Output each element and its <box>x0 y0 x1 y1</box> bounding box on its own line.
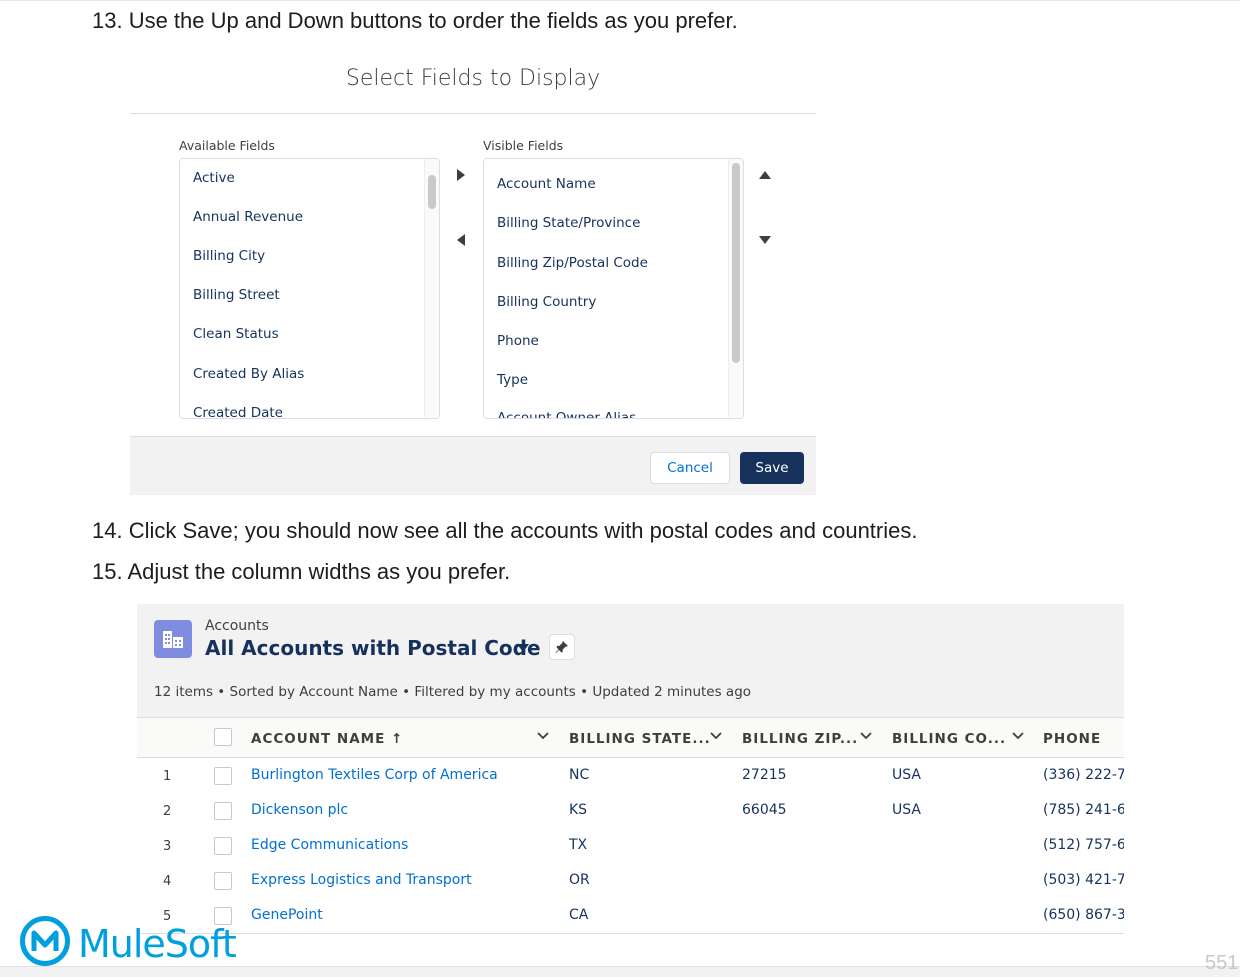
column-header-account-name[interactable]: ACCOUNT NAME ↑ <box>251 731 403 747</box>
visible-fields-list[interactable]: Account Name Billing State/Province Bill… <box>483 158 744 419</box>
building-icon <box>163 631 183 648</box>
phone-cell: (785) 241-6 <box>1043 802 1124 818</box>
account-name-link[interactable]: Edge Communications <box>251 837 408 853</box>
column-header-billing-state[interactable]: BILLING STATE... <box>569 731 711 747</box>
billing-country-cell: USA <box>892 802 921 818</box>
list-summary: 12 items • Sorted by Account Name • Filt… <box>154 684 752 700</box>
mulesoft-logo: MuleSoft <box>20 914 250 970</box>
billing-country-cell: USA <box>892 767 921 783</box>
object-label: Accounts <box>205 618 269 634</box>
mulesoft-logo-icon <box>20 916 70 966</box>
visible-fields-label: Visible Fields <box>483 138 564 153</box>
list-view-picker-icon[interactable] <box>517 644 529 652</box>
row-checkbox[interactable] <box>214 837 232 855</box>
visible-field-item[interactable]: Billing State/Province <box>497 215 640 231</box>
billing-zip-cell: 66045 <box>742 802 787 818</box>
step-15-text: 15. Adjust the column widths as you pref… <box>92 559 511 584</box>
available-field-item[interactable]: Clean Status <box>193 326 279 342</box>
pin-button[interactable] <box>549 634 575 660</box>
column-header-billing-country[interactable]: BILLING CO... <box>892 731 1006 747</box>
phone-cell: (336) 222-7 <box>1043 767 1124 783</box>
accounts-list-view: Accounts All Accounts with Postal Code 1… <box>137 604 1124 934</box>
dialog-title: Select Fields to Display <box>345 66 601 91</box>
step-14-text: 14. Click Save; you should now see all t… <box>92 518 918 543</box>
phone-cell: (503) 421-7 <box>1043 872 1124 888</box>
table-row: 1 Burlington Textiles Corp of America NC… <box>137 758 1124 794</box>
row-number: 3 <box>163 839 172 854</box>
billing-state-cell: KS <box>569 802 588 818</box>
table-row: 4 Express Logistics and Transport OR (50… <box>137 863 1124 899</box>
account-name-link[interactable]: Express Logistics and Transport <box>251 872 472 888</box>
accounts-icon <box>154 620 192 658</box>
visible-field-item[interactable]: Type <box>497 372 528 388</box>
billing-state-cell: OR <box>569 872 590 888</box>
chevron-down-icon[interactable] <box>537 730 549 742</box>
visible-field-item[interactable]: Phone <box>497 333 539 349</box>
row-number: 2 <box>163 804 172 819</box>
visible-field-item[interactable]: Billing Country <box>497 294 596 310</box>
available-field-item[interactable]: Created Date <box>193 405 283 418</box>
visible-field-item[interactable]: Account Owner Alias <box>497 410 636 418</box>
logo-wordmark: MuleSoft <box>78 922 237 966</box>
account-name-link[interactable]: GenePoint <box>251 907 323 923</box>
table-row: 2 Dickenson plc KS 66045 USA (785) 241-6 <box>137 793 1124 829</box>
billing-state-cell: TX <box>569 837 588 853</box>
down-arrow-icon[interactable] <box>758 234 772 246</box>
account-name-link[interactable]: Dickenson plc <box>251 802 348 818</box>
billing-zip-cell: 27215 <box>742 767 787 783</box>
row-checkbox[interactable] <box>214 872 232 890</box>
scrollbar-thumb[interactable] <box>428 175 436 209</box>
available-field-item[interactable]: Billing Street <box>193 287 280 303</box>
chevron-down-icon[interactable] <box>860 730 872 742</box>
step-13-text: 13. Use the Up and Down buttons to order… <box>92 8 738 33</box>
mule-m-icon <box>31 930 59 951</box>
row-number: 1 <box>163 769 172 784</box>
column-header-billing-zip[interactable]: BILLING ZIP... <box>742 731 858 747</box>
account-name-link[interactable]: Burlington Textiles Corp of America <box>251 767 498 783</box>
row-number: 4 <box>163 874 172 889</box>
select-all-checkbox[interactable] <box>214 728 232 746</box>
available-fields-list[interactable]: Active Annual Revenue Billing City Billi… <box>179 158 440 419</box>
row-checkbox[interactable] <box>214 802 232 820</box>
chevron-down-icon[interactable] <box>710 730 722 742</box>
pin-icon <box>555 641 568 653</box>
available-field-item[interactable]: Annual Revenue <box>193 209 303 225</box>
page-number: 551 <box>1205 952 1239 974</box>
left-arrow-icon[interactable] <box>455 233 467 247</box>
list-view-name[interactable]: All Accounts with Postal Code <box>205 636 541 660</box>
phone-cell: (650) 867-3 <box>1043 907 1124 923</box>
dialog-title-divider <box>130 113 816 114</box>
list-view-header: Accounts All Accounts with Postal Code 1… <box>137 604 1124 718</box>
billing-state-cell: CA <box>569 907 589 923</box>
available-field-item[interactable]: Active <box>193 170 235 186</box>
cancel-button[interactable]: Cancel <box>650 452 730 484</box>
table-row: 5 GenePoint CA (650) 867-3 <box>137 898 1124 934</box>
phone-cell: (512) 757-6 <box>1043 837 1124 853</box>
save-button[interactable]: Save <box>740 452 804 484</box>
billing-state-cell: NC <box>569 767 590 783</box>
available-fields-label: Available Fields <box>179 138 275 153</box>
table-header-row: ACCOUNT NAME ↑ BILLING STATE... BILLING … <box>137 718 1124 758</box>
table-row: 3 Edge Communications TX (512) 757-6 <box>137 828 1124 864</box>
row-checkbox[interactable] <box>214 767 232 785</box>
visible-list-scrollbar[interactable] <box>728 159 743 418</box>
visible-field-item[interactable]: Billing Zip/Postal Code <box>497 255 648 271</box>
available-list-scrollbar[interactable] <box>424 159 439 418</box>
available-field-item[interactable]: Created By Alias <box>193 366 304 382</box>
chevron-down-icon[interactable] <box>1012 730 1024 742</box>
column-header-phone[interactable]: PHONE <box>1043 731 1101 747</box>
right-arrow-icon[interactable] <box>455 168 467 182</box>
top-divider <box>0 0 1240 1</box>
visible-field-item[interactable]: Account Name <box>497 176 596 192</box>
up-arrow-icon[interactable] <box>758 169 772 181</box>
available-field-item[interactable]: Billing City <box>193 248 265 264</box>
scrollbar-thumb[interactable] <box>732 163 740 363</box>
